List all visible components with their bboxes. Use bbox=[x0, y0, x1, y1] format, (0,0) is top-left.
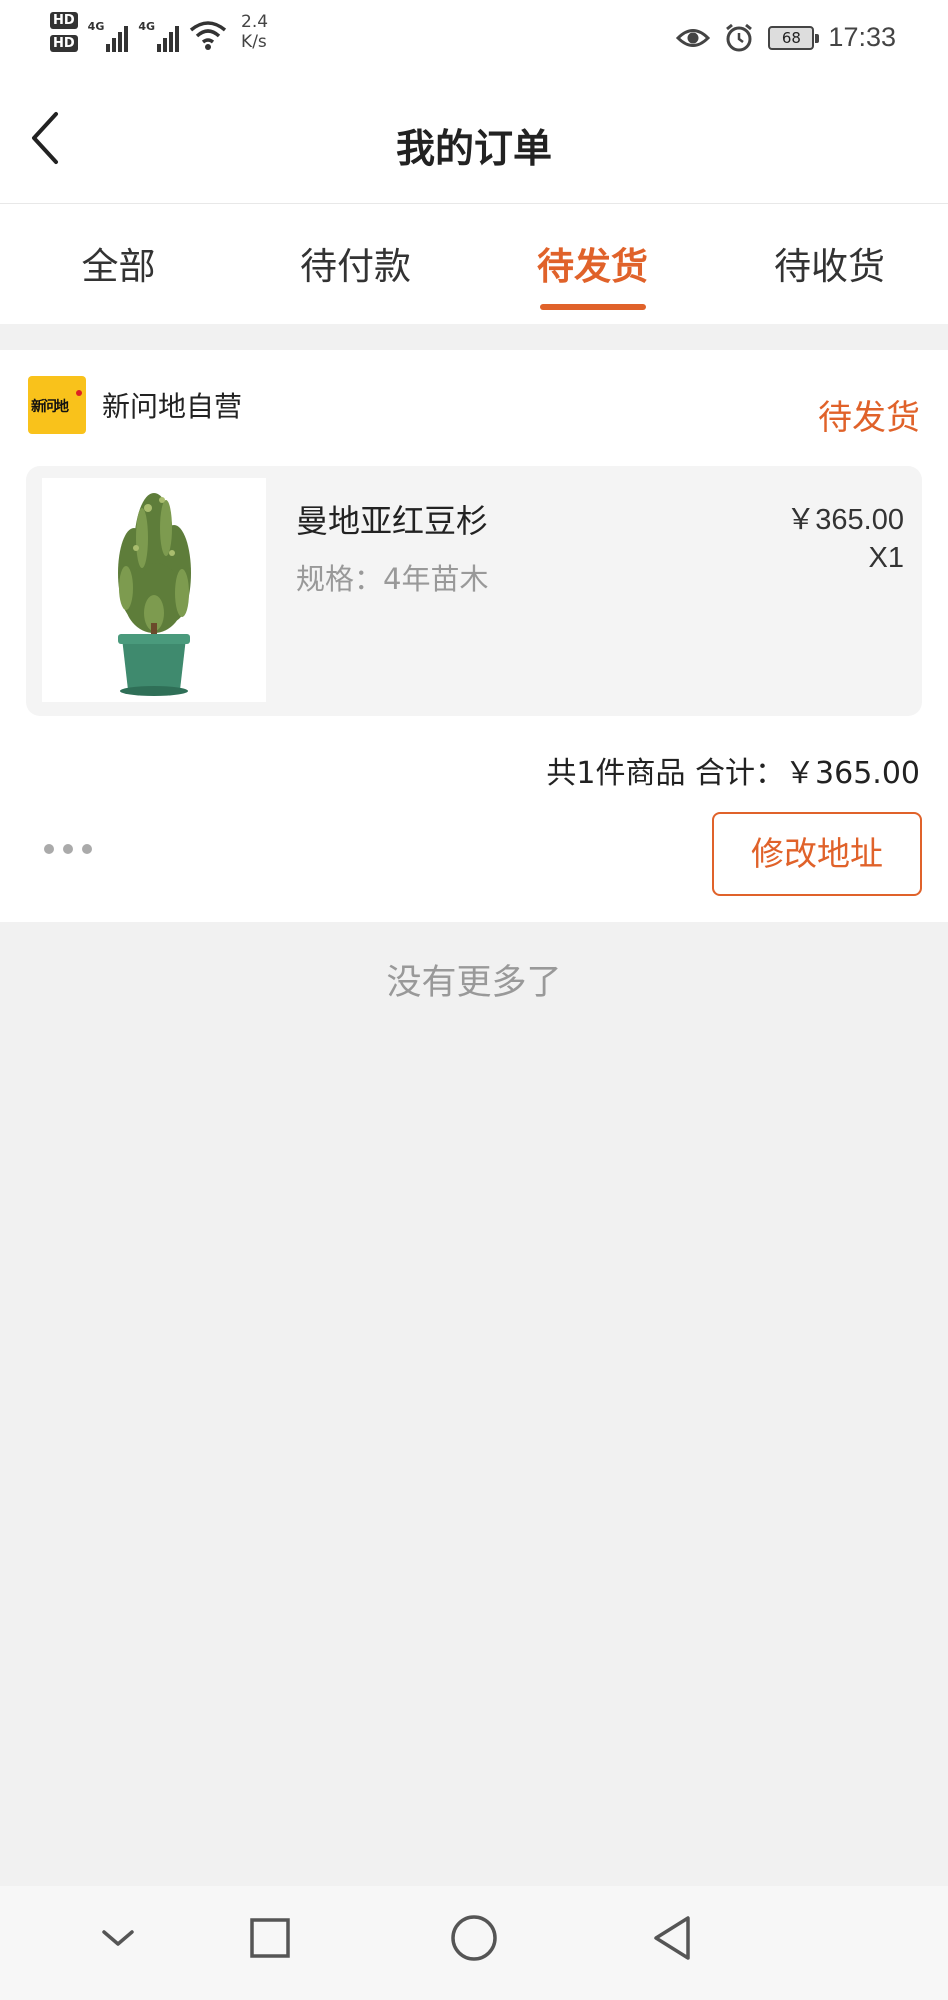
shop-name: 新问地自营 bbox=[102, 390, 243, 423]
network-speed: 2.4 K/s bbox=[241, 12, 268, 52]
more-icon[interactable] bbox=[44, 844, 92, 854]
order-tabs: 全部 待付款 待发货 待收货 bbox=[0, 204, 948, 324]
order-item[interactable]: 曼地亚红豆杉 规格：4年苗木 ￥365.00 X1 bbox=[26, 466, 922, 716]
no-more-text: 没有更多了 bbox=[386, 963, 562, 1003]
hd-indicators: HD HD bbox=[50, 12, 78, 52]
eye-icon bbox=[676, 28, 711, 47]
plant-image bbox=[42, 478, 266, 702]
status-bar: HD HD 4G 4G 2.4 K/s 68 17:33 bbox=[0, 0, 948, 80]
order-status: 待发货 bbox=[818, 398, 920, 438]
recent-apps-icon[interactable] bbox=[240, 1908, 300, 1968]
signal-icon-sim2: 4G bbox=[138, 12, 180, 52]
system-nav-bar bbox=[0, 1886, 948, 2000]
page-title: 我的订单 bbox=[395, 127, 552, 172]
hd-badge-2: HD bbox=[50, 35, 78, 52]
header: 我的订单 bbox=[0, 80, 948, 204]
tab-pending-payment[interactable]: 待付款 bbox=[237, 204, 474, 324]
shop-logo: 新问地 bbox=[28, 376, 86, 434]
signal-label-1: 4G bbox=[87, 20, 105, 33]
product-spec: 规格：4年苗木 bbox=[296, 562, 489, 596]
change-address-button[interactable]: 修改地址 bbox=[712, 812, 922, 896]
product-image bbox=[42, 478, 266, 702]
shop-info[interactable]: 新问地 新问地自营 bbox=[28, 376, 242, 434]
network-speed-value: 2.4 bbox=[241, 12, 269, 32]
signal-icon-sim1: 4G bbox=[88, 12, 129, 52]
back-nav-icon[interactable] bbox=[644, 1908, 704, 1968]
order-total: 共1件商品 合计：￥365.00 bbox=[546, 756, 920, 791]
shop-logo-text: 新问地 bbox=[31, 399, 69, 415]
signal-label-2: 4G bbox=[138, 20, 156, 33]
home-icon[interactable] bbox=[444, 1908, 504, 1968]
product-price: ￥365.00 bbox=[786, 504, 904, 536]
hd-badge-1: HD bbox=[50, 12, 78, 29]
tab-pending-receipt[interactable]: 待收货 bbox=[711, 204, 948, 324]
product-name: 曼地亚红豆杉 bbox=[296, 502, 489, 540]
network-speed-unit: K/s bbox=[241, 32, 267, 52]
product-quantity: X1 bbox=[868, 542, 904, 574]
tab-pending-shipment[interactable]: 待发货 bbox=[474, 204, 711, 324]
battery-icon: 68 bbox=[768, 25, 820, 50]
chevron-down-icon[interactable] bbox=[88, 1908, 148, 1968]
status-time: 17:33 bbox=[828, 22, 896, 52]
alarm-icon bbox=[726, 23, 753, 51]
tab-all[interactable]: 全部 bbox=[0, 204, 237, 324]
status-bar-left: HD HD 4G 4G 2.4 K/s bbox=[50, 12, 268, 52]
wifi-icon bbox=[189, 21, 227, 50]
order-card: 新问地 新问地自营 待发货 曼地亚红豆杉 规格：4年苗木 ￥365.00 X1 … bbox=[0, 350, 948, 922]
status-bar-right: 68 17:33 bbox=[676, 22, 896, 53]
